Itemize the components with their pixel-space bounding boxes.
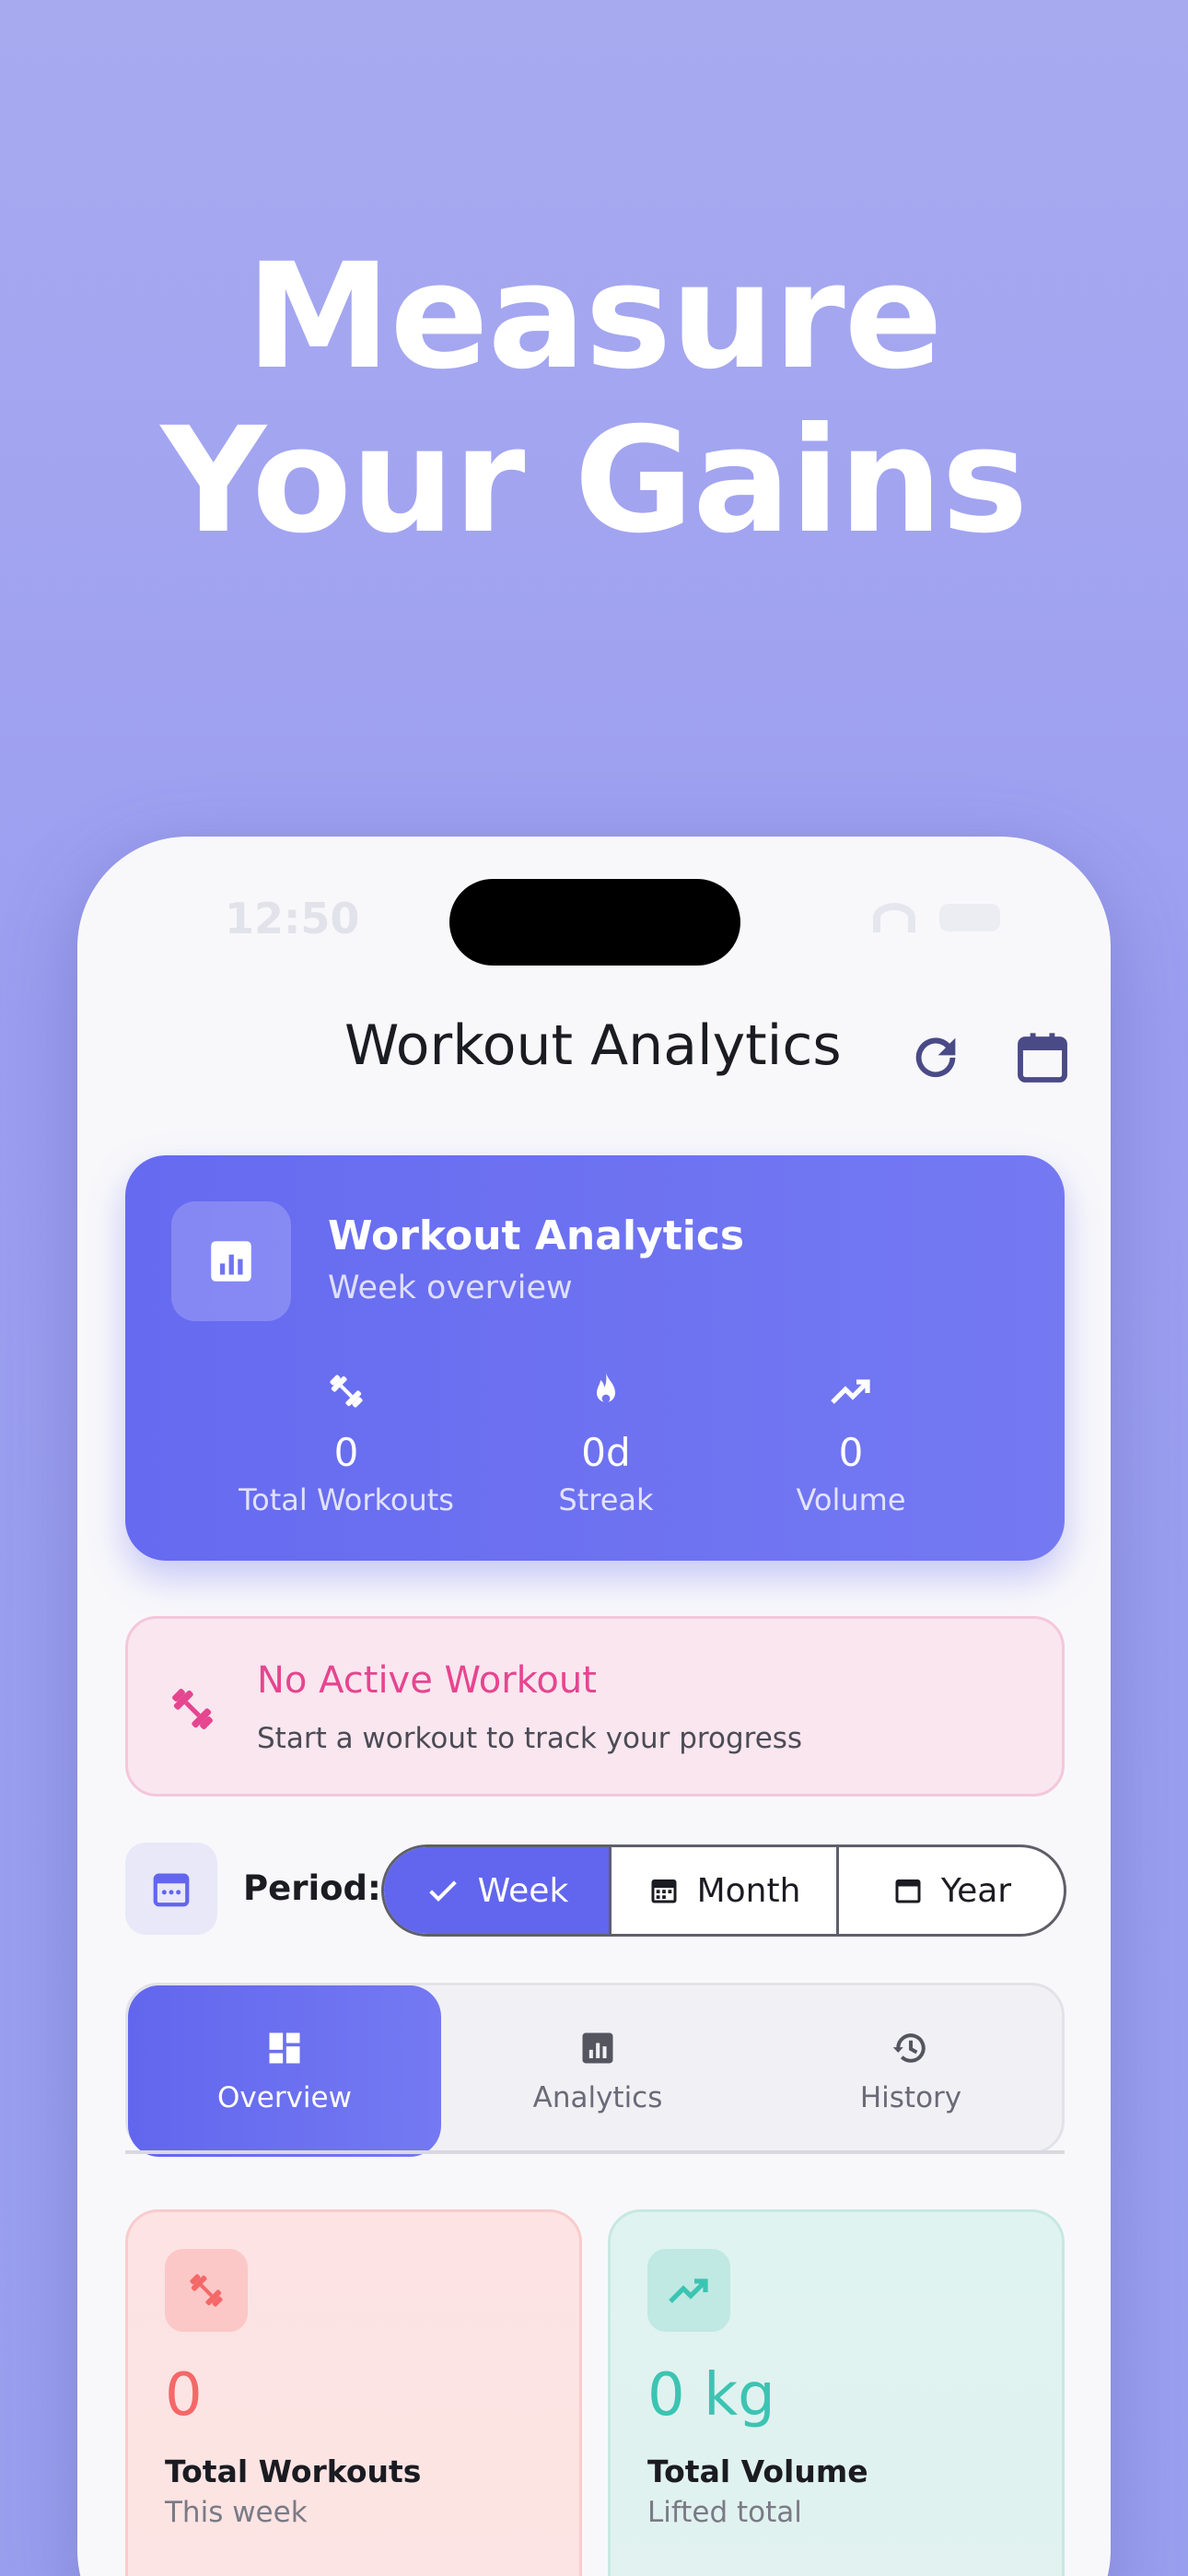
check-icon bbox=[428, 1880, 457, 1902]
dumbbell-icon bbox=[165, 1681, 220, 1737]
calendar-year-icon bbox=[895, 1879, 921, 1903]
hero-stat-value: 0d bbox=[581, 1430, 631, 1475]
no-active-workout-card[interactable]: No Active Workout Start a workout to tra… bbox=[125, 1616, 1065, 1797]
hero-title: Workout Analytics bbox=[328, 1212, 745, 1259]
hero-subtitle: Week overview bbox=[328, 1270, 573, 1306]
tab-label: Analytics bbox=[532, 2081, 663, 2114]
period-option-label: Week bbox=[477, 1871, 569, 1910]
tab-divider bbox=[125, 2150, 1065, 2154]
summary-card-title: Total Workouts bbox=[165, 2453, 422, 2489]
active-workout-title: No Active Workout bbox=[257, 1659, 597, 1702]
hero-stat-label: Streak bbox=[558, 1482, 654, 1517]
trending-up-icon bbox=[647, 2249, 730, 2332]
calendar-icon bbox=[125, 1843, 217, 1935]
period-option-label: Year bbox=[940, 1871, 1012, 1910]
history-icon bbox=[892, 2033, 926, 2063]
summary-card-value: 0 bbox=[165, 2361, 203, 2430]
bar-chart-icon bbox=[582, 2032, 613, 2064]
period-selector: Week Month Year bbox=[381, 1844, 1066, 1937]
status-icons bbox=[873, 903, 1000, 932]
hero-stat-volume: 0 Volume bbox=[731, 1369, 971, 1517]
summary-card-subtitle: Lifted total bbox=[647, 2496, 802, 2529]
marketing-headline: Measure Your Gains bbox=[0, 235, 1188, 563]
summary-card-total-workouts[interactable]: 0 Total Workouts This week bbox=[125, 2209, 582, 2576]
headline-line-1: Measure bbox=[246, 232, 943, 402]
hero-stat-label: Total Workouts bbox=[239, 1482, 454, 1517]
phone-frame: 12:50 Workout Analytics Workout Analytic… bbox=[77, 837, 1111, 2576]
chart-badge-icon bbox=[171, 1201, 291, 1321]
hero-stat-value: 0 bbox=[333, 1430, 359, 1475]
view-tabs: Overview Analytics History bbox=[125, 1983, 1067, 2157]
wifi-icon bbox=[873, 903, 915, 932]
calendar-month-icon bbox=[651, 1879, 677, 1903]
trending-up-icon bbox=[731, 1369, 971, 1417]
page-title: Workout Analytics bbox=[344, 1013, 842, 1078]
active-workout-subtitle: Start a workout to track your progress bbox=[257, 1722, 803, 1755]
battery-icon bbox=[939, 904, 1000, 931]
calendar-icon[interactable] bbox=[1013, 1028, 1072, 1087]
summary-card-total-volume[interactable]: 0 kg Total Volume Lifted total bbox=[608, 2209, 1065, 2576]
summary-card-subtitle: This week bbox=[165, 2496, 308, 2529]
tab-label: History bbox=[859, 2081, 962, 2114]
period-option-label: Month bbox=[696, 1871, 801, 1910]
hero-stat-value: 0 bbox=[838, 1430, 864, 1475]
headline-line-2: Your Gains bbox=[160, 396, 1029, 566]
dumbbell-icon bbox=[165, 2249, 248, 2332]
tab-analytics[interactable]: Analytics bbox=[441, 1985, 754, 2157]
status-time: 12:50 bbox=[225, 894, 360, 943]
period-label: Period: bbox=[243, 1868, 381, 1908]
tab-overview[interactable]: Overview bbox=[128, 1985, 441, 2157]
period-option-week[interactable]: Week bbox=[384, 1847, 611, 1934]
tab-label: Overview bbox=[217, 2081, 352, 2114]
flame-icon bbox=[486, 1369, 726, 1417]
hero-stat-total-workouts: 0 Total Workouts bbox=[227, 1369, 466, 1517]
hero-stat-label: Volume bbox=[796, 1482, 906, 1517]
refresh-icon[interactable] bbox=[906, 1028, 965, 1087]
dynamic-island bbox=[449, 879, 740, 966]
tab-history[interactable]: History bbox=[754, 1985, 1067, 2157]
summary-card-title: Total Volume bbox=[647, 2453, 868, 2489]
dumbbell-icon bbox=[227, 1369, 466, 1417]
hero-stat-streak: 0d Streak bbox=[486, 1369, 726, 1517]
period-option-month[interactable]: Month bbox=[611, 1847, 839, 1934]
period-option-year[interactable]: Year bbox=[839, 1847, 1064, 1934]
dashboard-icon bbox=[269, 2032, 300, 2064]
summary-card-value: 0 kg bbox=[647, 2361, 775, 2430]
analytics-hero-card: Workout Analytics Week overview 0 Total … bbox=[125, 1155, 1065, 1561]
